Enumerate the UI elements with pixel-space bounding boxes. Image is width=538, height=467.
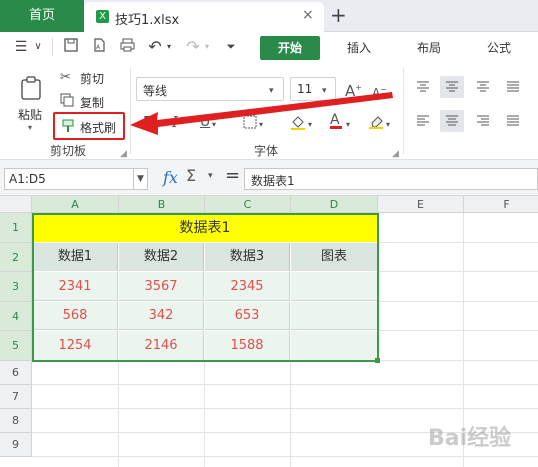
row-header-5[interactable]: 5: [0, 331, 32, 361]
row-header-7[interactable]: 7: [0, 385, 32, 409]
ribbon: 粘贴 ▾ ✂ 剪切 复制 格式刷 剪切板 ◢ 等线 ▾ 11 ▾ A+ A− B…: [0, 62, 538, 160]
export-pdf-icon[interactable]: A: [90, 38, 108, 56]
tab-bar: 首页 X 技巧1.xlsx × +: [0, 0, 538, 32]
sum-icon[interactable]: Σ: [186, 166, 196, 185]
selection-range: [32, 213, 379, 362]
equals-icon[interactable]: =: [225, 165, 240, 186]
distribute-icon[interactable]: [506, 114, 520, 132]
svg-text:A: A: [96, 44, 101, 51]
function-icon[interactable]: fx: [163, 168, 178, 187]
italic-icon[interactable]: I: [172, 114, 178, 130]
row-header-1[interactable]: 1: [0, 213, 32, 243]
border-icon[interactable]: [243, 115, 257, 133]
align-justify-icon[interactable]: [506, 80, 520, 98]
decrease-font-size-icon[interactable]: A−: [372, 82, 387, 101]
copy-button[interactable]: 复制: [80, 94, 104, 111]
name-box-dropdown-icon[interactable]: ▼: [133, 169, 147, 189]
undo-dropdown-icon[interactable]: ▾: [164, 38, 174, 56]
tab-start[interactable]: 开始: [260, 36, 320, 60]
file-name: 技巧1.xlsx: [115, 13, 180, 28]
tab-home[interactable]: 首页: [0, 0, 84, 32]
bold-icon[interactable]: B: [143, 114, 154, 130]
font-size-dropdown-icon: ▾: [322, 86, 327, 96]
underline-dropdown-icon[interactable]: ▾: [212, 117, 216, 133]
font-group-label: 字体: [254, 144, 279, 158]
paste-icon[interactable]: [20, 76, 42, 104]
redo-icon[interactable]: ↷: [184, 38, 202, 56]
align-left-icon[interactable]: [416, 114, 430, 132]
font-family-select[interactable]: 等线 ▾: [136, 77, 284, 101]
name-box[interactable]: A1:D5 ▼: [4, 168, 148, 190]
select-all-corner[interactable]: [0, 196, 32, 213]
watermark-logo: Bai经验: [428, 426, 512, 451]
print-icon[interactable]: [118, 38, 136, 56]
formula-bar: A1:D5 ▼ fx Σ ▾ = 数据表1: [0, 160, 538, 196]
menu-bar: ☰ ∨ A ↶ ▾ ↷ ▾ ⏷ 开始 插入 布局 公式: [0, 32, 538, 62]
column-header-d[interactable]: D: [291, 196, 378, 213]
clear-format-icon[interactable]: [368, 113, 384, 133]
tab-formula[interactable]: 公式: [474, 36, 524, 60]
align-bottom-icon[interactable]: [476, 80, 490, 98]
tab-insert[interactable]: 插入: [334, 36, 384, 60]
align-middle-icon[interactable]: [440, 76, 464, 98]
column-header-a[interactable]: A: [32, 196, 119, 213]
column-header-f[interactable]: F: [464, 196, 538, 213]
fill-handle[interactable]: [375, 358, 380, 363]
row-header-2[interactable]: 2: [0, 243, 32, 272]
save-icon[interactable]: [62, 38, 80, 56]
clear-format-dropdown-icon[interactable]: ▾: [386, 117, 390, 133]
font-dropdown-icon: ▾: [269, 86, 274, 96]
chevron-down-icon[interactable]: ∨: [32, 38, 44, 56]
align-center-icon[interactable]: [440, 110, 464, 132]
new-tab-icon[interactable]: +: [330, 3, 347, 27]
align-right-icon[interactable]: [476, 114, 490, 132]
align-top-icon[interactable]: [416, 80, 430, 98]
paste-dropdown-icon[interactable]: ▾: [28, 120, 32, 136]
underline-icon[interactable]: U: [200, 114, 210, 130]
copy-icon: [60, 93, 74, 111]
fill-color-icon[interactable]: [290, 114, 306, 134]
font-size-select[interactable]: 11 ▾: [290, 77, 336, 101]
close-tab-icon[interactable]: ×: [302, 7, 314, 23]
sum-dropdown-icon[interactable]: ▾: [208, 171, 213, 181]
more-dropdown-icon[interactable]: ⏷: [224, 38, 238, 56]
column-header-b[interactable]: B: [119, 196, 205, 213]
undo-icon[interactable]: ↶: [146, 38, 164, 56]
fill-color-dropdown-icon[interactable]: ▾: [308, 117, 312, 133]
column-header-c[interactable]: C: [205, 196, 291, 213]
tab-layout[interactable]: 布局: [404, 36, 454, 60]
font-color-icon[interactable]: A: [330, 112, 342, 129]
row-header-8[interactable]: 8: [0, 409, 32, 433]
row-header-4[interactable]: 4: [0, 302, 32, 331]
format-painter-highlight: [53, 112, 125, 140]
font-color-dropdown-icon[interactable]: ▾: [346, 117, 350, 133]
border-dropdown-icon[interactable]: ▾: [259, 117, 263, 133]
cut-button[interactable]: 剪切: [80, 70, 104, 87]
clipboard-group-label: 剪切板: [50, 144, 87, 158]
row-header-3[interactable]: 3: [0, 272, 32, 302]
formula-input[interactable]: 数据表1: [244, 168, 538, 190]
tab-file[interactable]: X 技巧1.xlsx ×: [84, 2, 324, 32]
row-header-9[interactable]: 9: [0, 433, 32, 457]
column-header-e[interactable]: E: [378, 196, 464, 213]
increase-font-size-icon[interactable]: A+: [345, 80, 362, 99]
hamburger-menu-icon[interactable]: ☰: [12, 38, 30, 56]
excel-file-icon: X: [96, 10, 109, 23]
redo-dropdown-icon[interactable]: ▾: [202, 38, 212, 56]
row-header-6[interactable]: 6: [0, 361, 32, 385]
scissors-icon: ✂: [60, 70, 71, 85]
